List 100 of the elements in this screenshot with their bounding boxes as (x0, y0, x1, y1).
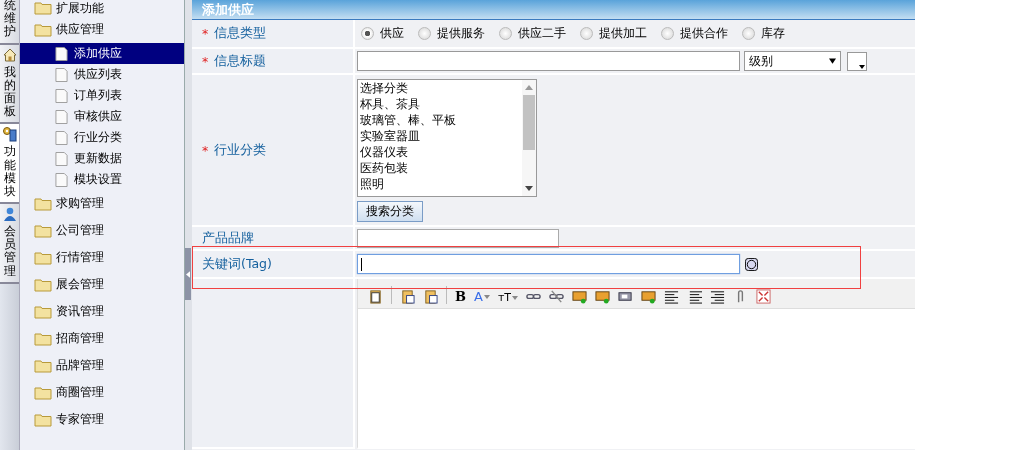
radio-button[interactable] (418, 27, 431, 40)
document-icon (55, 66, 68, 83)
folder-icon (34, 1, 52, 15)
list-option[interactable]: 杯具、茶具 (360, 95, 522, 112)
folder-item[interactable]: 供应管理 (20, 16, 184, 43)
gear-icon (1, 126, 18, 143)
level-select[interactable]: 级别 (744, 51, 841, 71)
radio-label: 提供服务 (437, 25, 485, 42)
folder-icon (34, 385, 52, 400)
folder-item[interactable]: 求购管理 (20, 190, 184, 217)
image-icon[interactable] (572, 289, 588, 304)
required-mark: * (202, 53, 209, 69)
radio-button[interactable] (742, 27, 755, 40)
document-icon (55, 171, 68, 188)
align-center-icon[interactable] (687, 289, 703, 304)
paste-word-icon[interactable] (400, 289, 415, 304)
caret-icon (829, 58, 836, 64)
images-icon[interactable] (595, 289, 611, 304)
side-tab[interactable]: 功能模块 (0, 124, 19, 205)
keyword-field[interactable] (357, 254, 740, 274)
radio-button[interactable] (580, 27, 593, 40)
unlink-icon[interactable] (549, 289, 565, 304)
align-left-icon[interactable] (664, 289, 680, 304)
radio-button[interactable] (661, 27, 674, 40)
folder-icon (34, 358, 52, 373)
list-option[interactable]: 选择分类 (360, 79, 522, 96)
radio-option[interactable]: 库存 (742, 25, 785, 42)
list-option[interactable]: 仪器仪表 (360, 143, 522, 160)
form-label: 关键词(Tag) (192, 251, 355, 279)
tree-item[interactable]: 订单列表 (20, 85, 184, 106)
tree-item[interactable]: 添加供应 (20, 43, 184, 64)
radio-button[interactable] (361, 27, 374, 40)
color-picker[interactable] (847, 51, 867, 71)
radio-option[interactable]: 提供服务 (418, 25, 485, 42)
folder-item[interactable]: 资讯管理 (20, 298, 184, 325)
media-icon[interactable] (618, 289, 634, 304)
fullscreen-icon[interactable] (756, 289, 772, 304)
folder-item[interactable]: 公司管理 (20, 217, 184, 244)
tree-item[interactable]: 供应列表 (20, 64, 184, 85)
folder-icon (34, 331, 52, 346)
side-tab[interactable]: 会员管理 (0, 204, 19, 284)
document-icon (55, 45, 68, 62)
help-icon[interactable] (745, 257, 758, 271)
radio-label: 供应二手 (518, 25, 566, 42)
person-icon (1, 206, 18, 223)
caret-icon (512, 295, 519, 300)
form-label: 产品品牌 (192, 227, 355, 251)
folder-icon (34, 277, 52, 292)
radio-label: 供应 (380, 25, 404, 42)
radio-option[interactable]: 提供合作 (661, 25, 728, 42)
radio-label: 提供加工 (599, 25, 647, 42)
required-mark: * (202, 142, 209, 158)
folder-icon (34, 412, 52, 427)
document-icon (55, 87, 68, 104)
collapse-arrow-icon (186, 270, 190, 278)
folder-icon (34, 196, 52, 211)
form-label: * 行业分类 (192, 75, 355, 227)
radio-option[interactable]: 供应二手 (499, 25, 566, 42)
scrollbar[interactable] (522, 79, 536, 196)
font-color-button[interactable]: A (474, 289, 490, 304)
folder-icon (34, 22, 52, 37)
list-option[interactable]: 照明 (360, 175, 522, 192)
title-field[interactable] (357, 51, 740, 71)
align-right-icon[interactable] (710, 289, 726, 304)
folder-item[interactable]: 商圈管理 (20, 379, 184, 406)
scroll-down-icon[interactable] (525, 185, 533, 191)
list-option[interactable]: 玻璃管、棒、平板 (360, 111, 522, 128)
tree-item[interactable]: 行业分类 (20, 127, 184, 148)
list-option[interactable]: 医药包装 (360, 159, 522, 176)
clipboard-icon[interactable] (368, 289, 383, 304)
folder-item[interactable]: 专家管理 (20, 406, 184, 433)
caret-icon (483, 294, 490, 299)
folder-icon (34, 250, 52, 265)
radio-label: 库存 (761, 25, 785, 42)
radio-option[interactable]: 提供加工 (580, 25, 647, 42)
required-mark: * (202, 26, 209, 41)
house-icon (1, 46, 18, 63)
radio-option[interactable]: 供应 (361, 25, 404, 42)
insert-icon[interactable] (641, 289, 657, 304)
tree-item[interactable]: 模块设置 (20, 169, 184, 190)
splitter-handle[interactable] (185, 248, 191, 300)
tree-item[interactable]: 更新数据 (20, 148, 184, 169)
radio-label: 提供合作 (680, 25, 728, 42)
bold-button[interactable]: B (455, 289, 466, 304)
tree-item[interactable]: 审核供应 (20, 106, 184, 127)
folder-item[interactable]: 品牌管理 (20, 352, 184, 379)
side-tab[interactable]: 我的面板 (0, 44, 19, 125)
font-size-button[interactable]: тT (497, 291, 519, 304)
folder-item[interactable]: 展会管理 (20, 271, 184, 298)
folder-item[interactable]: 行情管理 (20, 244, 184, 271)
radio-button[interactable] (499, 27, 512, 40)
form-label: * 信息类型 (192, 20, 355, 49)
folder-item[interactable]: 招商管理 (20, 325, 184, 352)
folder-item[interactable]: 扩展功能 (20, 0, 184, 16)
scroll-up-icon[interactable] (525, 84, 533, 90)
paste-text-icon[interactable] (423, 289, 438, 304)
search-category-button[interactable]: 搜索分类 (357, 200, 423, 222)
list-option[interactable]: 实验室器皿 (360, 127, 522, 144)
caret-icon (859, 64, 865, 69)
category-list[interactable]: 选择分类 杯具、茶具 玻璃管、棒、平板 实验室器皿 仪器仪表 医药包装 照明 (357, 78, 537, 197)
